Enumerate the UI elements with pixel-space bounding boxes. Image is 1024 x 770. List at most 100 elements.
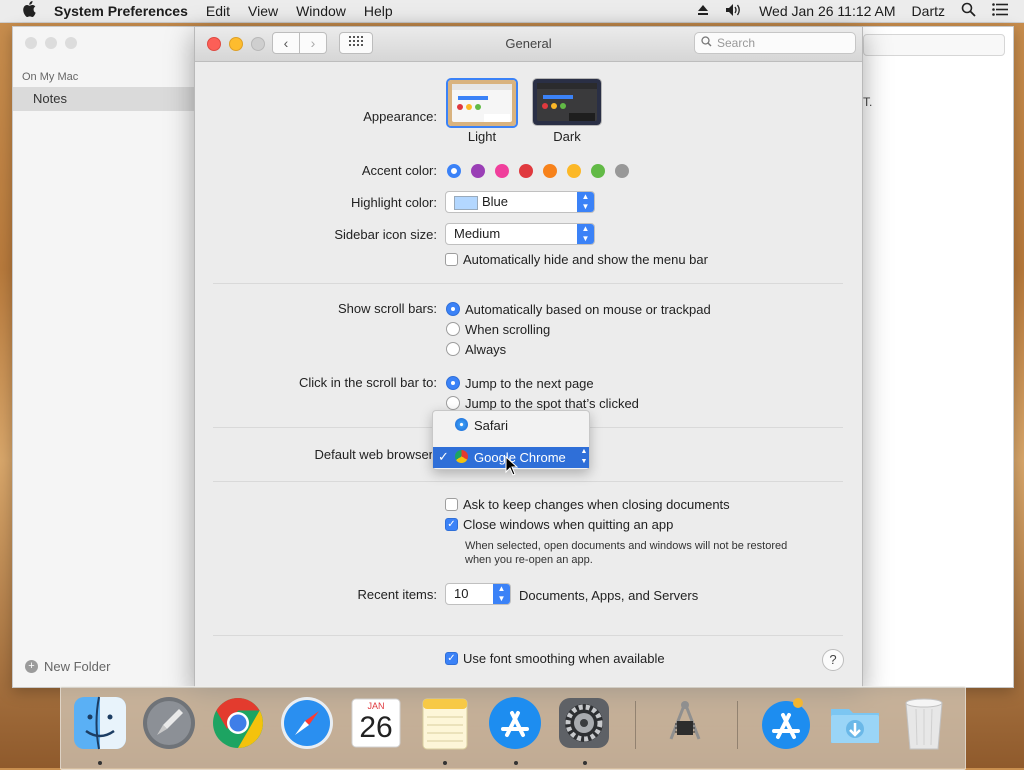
- jump-next-page-radio[interactable]: [446, 376, 460, 390]
- dock-finder[interactable]: [72, 695, 128, 751]
- dock-system-information[interactable]: [657, 695, 713, 751]
- appearance-light-thumbnail[interactable]: [446, 78, 518, 128]
- plus-icon: +: [25, 660, 38, 673]
- app-name-menu[interactable]: System Preferences: [54, 3, 188, 19]
- notes-zoom-button[interactable]: [65, 37, 77, 49]
- chrome-icon: [455, 450, 468, 463]
- dock-downloads-folder[interactable]: [827, 695, 883, 751]
- running-indicator: [443, 761, 447, 765]
- accent-color-blue[interactable]: [447, 164, 461, 178]
- launchpad-icon: [143, 697, 195, 749]
- notes-minimize-button[interactable]: [45, 37, 57, 49]
- divider: [213, 635, 843, 636]
- menubar-user[interactable]: Dartz: [912, 3, 945, 19]
- scroll-bars-when-scrolling-radio[interactable]: [446, 322, 460, 336]
- sidebar-icon-size-popup[interactable]: Medium ▲ ▼: [445, 223, 595, 245]
- accent-color-red[interactable]: [519, 164, 533, 178]
- ask-keep-changes-checkbox[interactable]: [445, 498, 458, 511]
- app-store-icon: [762, 698, 810, 749]
- highlight-color-value: Blue: [482, 194, 509, 209]
- menu-view[interactable]: View: [248, 3, 278, 19]
- app-store-icon: [489, 697, 541, 749]
- notes-search-field[interactable]: [863, 34, 1005, 56]
- accent-color-pink[interactable]: [495, 164, 509, 178]
- new-folder-button[interactable]: + New Folder: [25, 659, 110, 674]
- dock-app-store-installer[interactable]: [758, 695, 814, 751]
- volume-icon[interactable]: [725, 3, 743, 20]
- menu-help[interactable]: Help: [364, 3, 393, 19]
- trash-icon: [905, 698, 943, 750]
- apple-icon[interactable]: [18, 1, 40, 21]
- sidebar-item-notes[interactable]: Notes: [13, 87, 195, 111]
- notes-close-button[interactable]: [25, 37, 37, 49]
- recent-items-popup[interactable]: 10 ▲ ▼: [445, 583, 511, 605]
- accent-color-orange[interactable]: [543, 164, 557, 178]
- highlight-color-label: Highlight color:: [351, 195, 437, 210]
- jump-to-spot-label: Jump to the spot that’s clicked: [465, 396, 639, 411]
- scroll-bars-auto-radio[interactable]: [446, 302, 460, 316]
- recent-items-label: Recent items:: [357, 587, 437, 602]
- safari-icon: [455, 418, 468, 431]
- popup-arrows-icon: ▲ ▼: [577, 192, 594, 212]
- search-placeholder: Search: [717, 36, 756, 50]
- sidebar-icon-size-value: Medium: [454, 226, 501, 241]
- sidebar-icon-size-label: Sidebar icon size:: [334, 227, 437, 242]
- dock-notes[interactable]: [417, 695, 473, 751]
- notification-center-icon[interactable]: [992, 3, 1008, 19]
- checkmark-icon: ✓: [447, 519, 456, 530]
- autohide-menubar-label: Automatically hide and show the menu bar: [463, 252, 708, 267]
- jump-to-spot-radio[interactable]: [446, 396, 460, 410]
- recent-items-value: 10: [454, 586, 469, 601]
- chrome-icon: [213, 697, 263, 748]
- accent-color-green[interactable]: [591, 164, 605, 178]
- system-preferences-window: ‹ › General Search Appearance: Light Dar…: [194, 26, 863, 688]
- appearance-dark-thumbnail[interactable]: [532, 78, 602, 126]
- spotlight-icon[interactable]: [961, 2, 976, 20]
- scroll-bars-always-radio[interactable]: [446, 342, 460, 356]
- menu-item-safari[interactable]: Safari: [433, 415, 589, 436]
- divider: [213, 481, 843, 482]
- close-windows-label: Close windows when quitting an app: [463, 517, 674, 532]
- dock-app-store[interactable]: [487, 695, 543, 751]
- dock: JAN 26: [60, 686, 966, 770]
- finder-icon: [74, 696, 126, 750]
- show-scroll-bars-label: Show scroll bars:: [338, 301, 437, 316]
- default-browser-label: Default web browser: [314, 447, 434, 462]
- dock-system-preferences[interactable]: [556, 695, 612, 751]
- dock-google-chrome[interactable]: [210, 695, 266, 751]
- close-windows-checkbox[interactable]: ✓: [445, 518, 458, 531]
- scroll-bars-always-label: Always: [465, 342, 507, 357]
- recent-items-suffix: Documents, Apps, and Servers: [519, 588, 699, 603]
- checkmark-icon: ✓: [447, 653, 456, 664]
- dock-trash[interactable]: [896, 695, 952, 751]
- help-button[interactable]: ?: [822, 649, 844, 671]
- font-smoothing-checkbox[interactable]: ✓: [445, 652, 458, 665]
- safari-icon: [281, 697, 333, 749]
- sidebar-section-on-my-mac: On My Mac: [22, 71, 79, 83]
- gear-icon: [559, 698, 609, 748]
- notes-traffic-lights: [25, 37, 77, 49]
- autohide-menubar-checkbox[interactable]: [445, 253, 458, 266]
- highlight-color-popup[interactable]: Blue ▲ ▼: [445, 191, 595, 213]
- menu-window[interactable]: Window: [296, 3, 346, 19]
- system-information-icon: [669, 701, 701, 740]
- dock-launchpad[interactable]: [141, 695, 197, 751]
- menu-edit[interactable]: Edit: [206, 3, 230, 19]
- menubar-clock[interactable]: Wed Jan 26 11:12 AM: [759, 3, 895, 19]
- appearance-label: Appearance:: [363, 109, 437, 124]
- downloads-folder-icon: [831, 709, 879, 743]
- accent-color-purple[interactable]: [471, 164, 485, 178]
- eject-icon[interactable]: [697, 3, 709, 19]
- running-indicator: [98, 761, 102, 765]
- search-field[interactable]: Search: [694, 32, 856, 54]
- notes-partial-text: T.: [863, 95, 873, 109]
- accent-color-yellow[interactable]: [567, 164, 581, 178]
- dock-safari[interactable]: [279, 695, 335, 751]
- dock-calendar[interactable]: JAN 26: [348, 695, 404, 751]
- calendar-day: 26: [359, 711, 393, 744]
- close-windows-note-line-1: When selected, open documents and window…: [465, 540, 788, 552]
- accent-color-graphite[interactable]: [615, 164, 629, 178]
- jump-next-page-label: Jump to the next page: [465, 376, 594, 391]
- dock-separator: [737, 701, 738, 749]
- ask-keep-changes-label: Ask to keep changes when closing documen…: [463, 497, 730, 512]
